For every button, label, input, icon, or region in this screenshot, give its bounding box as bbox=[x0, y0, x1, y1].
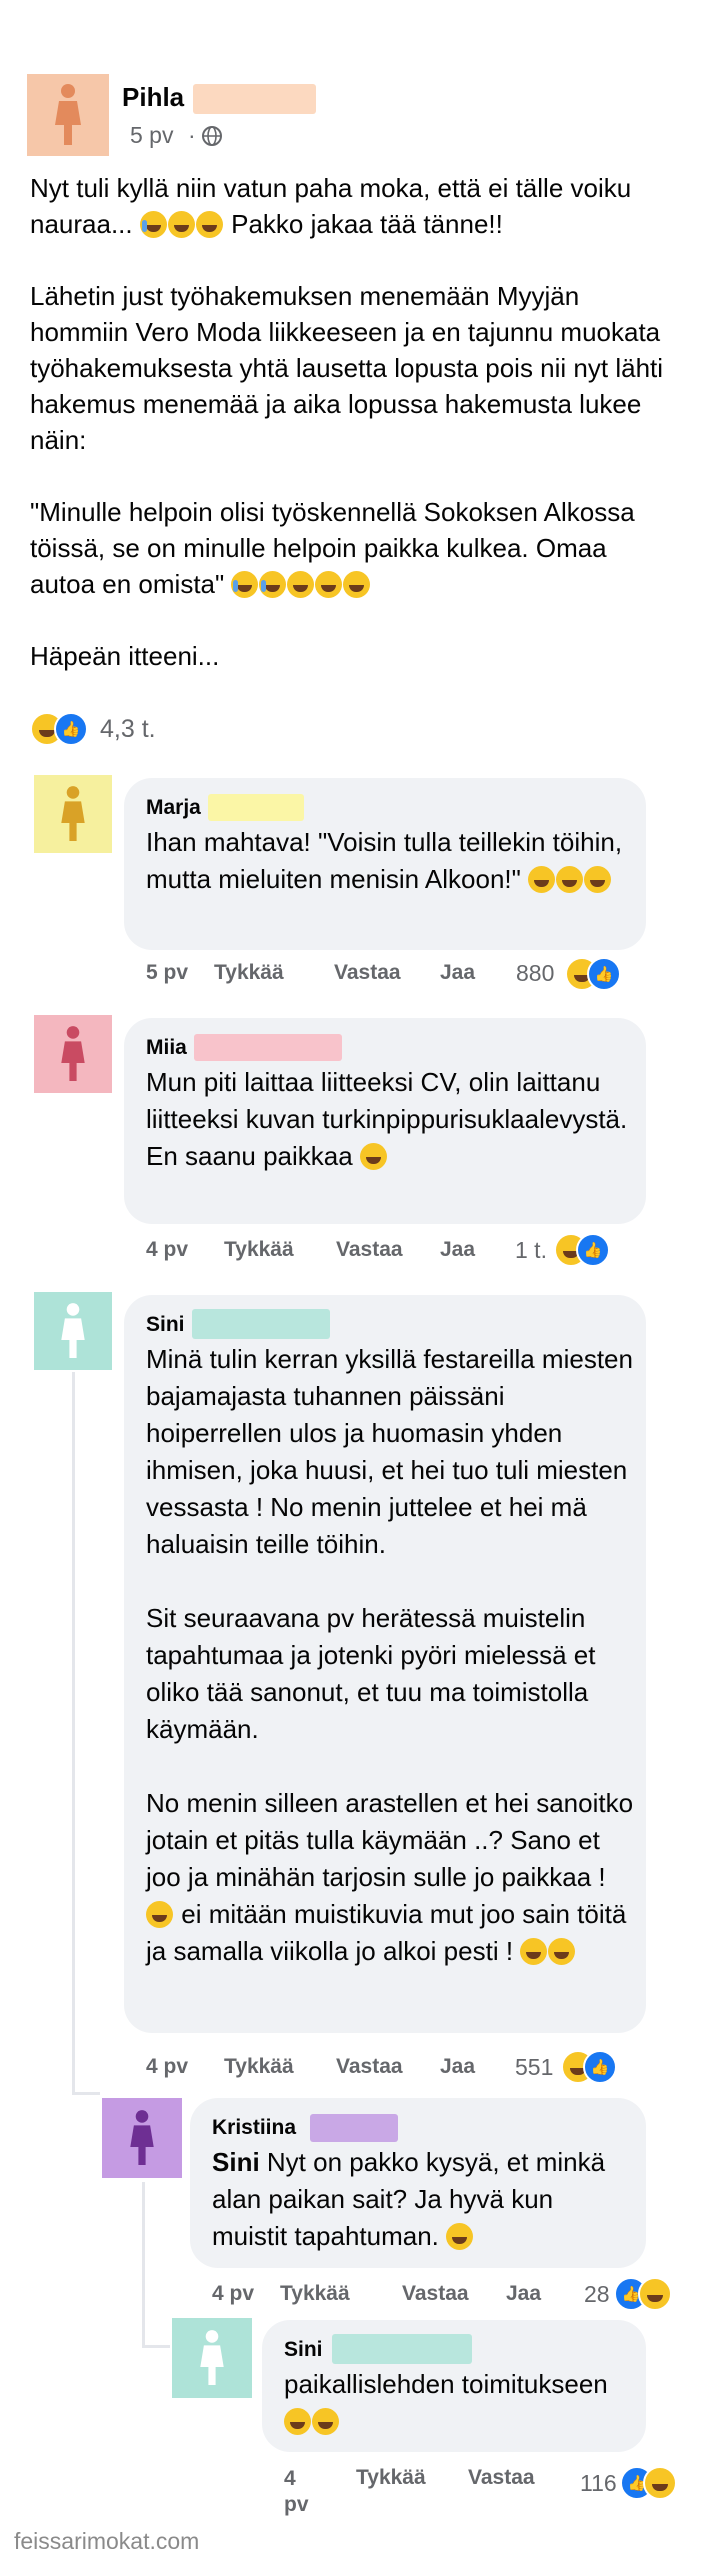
share-button[interactable]: Jaa bbox=[506, 2282, 541, 2306]
comment-time[interactable]: 4 pv bbox=[212, 2282, 254, 2306]
smile-emoji bbox=[446, 2223, 474, 2250]
like-reaction-icon[interactable]: 👍 bbox=[587, 957, 621, 991]
grin-emoji bbox=[343, 571, 371, 598]
post-paragraph-1: Nyt tuli kyllä niin vatun paha moka, ett… bbox=[30, 173, 632, 239]
comment-reaction-count[interactable]: 28 bbox=[584, 2281, 610, 2308]
like-reaction-icon[interactable]: 👍 bbox=[54, 712, 88, 746]
comment-reaction-count[interactable]: 880 bbox=[516, 960, 554, 987]
avatar-sini[interactable] bbox=[34, 1292, 112, 1370]
post-time[interactable]: 5 pv bbox=[130, 122, 173, 149]
thread-connector bbox=[72, 2092, 100, 2095]
comment-bubble-sini: Sini Minä tulin kerran yksillä festareil… bbox=[124, 1295, 646, 2033]
thread-line bbox=[72, 1372, 75, 2092]
comment-text: Sini Nyt on pakko kysyä, et minkä alan p… bbox=[212, 2147, 606, 2251]
like-reaction-icon[interactable]: 👍 bbox=[576, 1233, 610, 1267]
comment-reaction-count[interactable]: 1 t. bbox=[515, 1237, 547, 1264]
rofl-emoji bbox=[520, 1938, 548, 1965]
person-icon bbox=[61, 786, 85, 841]
comment-reaction-count[interactable]: 116 bbox=[580, 2470, 617, 2497]
comment-bubble-miia: Miia Mun piti laittaa liitteeksi CV, oli… bbox=[124, 1018, 646, 1224]
reply-button[interactable]: Vastaa bbox=[402, 2282, 469, 2306]
comment-text: paikallislehden toimitukseen bbox=[284, 2366, 624, 2440]
avatar-kristiina[interactable] bbox=[102, 2098, 182, 2178]
grin-emoji bbox=[284, 2408, 311, 2435]
post-paragraph-4: Häpeän itteeni... bbox=[30, 641, 220, 671]
like-button[interactable]: Tykkää bbox=[224, 1238, 294, 1262]
grin-emoji bbox=[315, 571, 343, 598]
comment-time[interactable]: 4 pv bbox=[284, 2466, 316, 2518]
separator-dot: · bbox=[188, 122, 196, 148]
grin-emoji bbox=[287, 571, 315, 598]
like-button[interactable]: Tykkää bbox=[214, 961, 284, 985]
like-button[interactable]: Tykkää bbox=[280, 2282, 350, 2306]
like-button[interactable]: Tykkää bbox=[356, 2466, 426, 2490]
person-icon bbox=[200, 2330, 224, 2385]
mention-link[interactable]: Sini bbox=[212, 2147, 260, 2177]
grin-emoji bbox=[556, 866, 584, 893]
like-reaction-icon[interactable]: 👍 bbox=[583, 2050, 617, 2084]
comment-author[interactable]: Marja bbox=[146, 796, 201, 820]
grin-emoji bbox=[167, 211, 195, 238]
comment-time[interactable]: 4 pv bbox=[146, 2055, 188, 2079]
thread-line bbox=[142, 2182, 145, 2347]
haha-reaction-icon[interactable] bbox=[643, 2466, 677, 2500]
smile-emoji bbox=[359, 1143, 387, 1170]
comment-author[interactable]: Kristiina bbox=[212, 2116, 296, 2140]
comment-time[interactable]: 4 pv bbox=[146, 1238, 188, 1262]
comment-author[interactable]: Sini bbox=[146, 1313, 185, 1337]
globe-icon bbox=[202, 126, 222, 146]
person-icon bbox=[55, 84, 81, 145]
post-paragraph-3: "Minulle helpoin olisi työskennellä Soko… bbox=[30, 497, 635, 599]
name-redaction bbox=[194, 1034, 342, 1061]
avatar-sini-reply[interactable] bbox=[172, 2318, 252, 2398]
share-button[interactable]: Jaa bbox=[440, 961, 475, 985]
comment-bubble-marja: Marja Ihan mahtava! "Voisin tulla teille… bbox=[124, 778, 646, 950]
person-icon bbox=[130, 2110, 154, 2165]
crying-emoji bbox=[259, 571, 287, 598]
comment-author[interactable]: Sini bbox=[284, 2338, 323, 2362]
grin-emoji bbox=[195, 211, 223, 238]
reply-button[interactable]: Vastaa bbox=[336, 2055, 403, 2079]
reply-button[interactable]: Vastaa bbox=[336, 1238, 403, 1262]
comment-text: Ihan mahtava! "Voisin tulla teillekin tö… bbox=[146, 827, 623, 894]
name-redaction bbox=[310, 2114, 398, 2142]
comment-time[interactable]: 5 pv bbox=[146, 961, 188, 985]
share-button[interactable]: Jaa bbox=[440, 1238, 475, 1262]
share-button[interactable]: Jaa bbox=[440, 2055, 475, 2079]
comment-bubble-kristiina: Kristiina Sini Nyt on pakko kysyä, et mi… bbox=[190, 2098, 646, 2268]
like-button[interactable]: Tykkää bbox=[224, 2055, 294, 2079]
post-author-name[interactable]: Pihla bbox=[122, 82, 184, 113]
avatar-miia[interactable] bbox=[34, 1015, 112, 1093]
grin-emoji bbox=[146, 1901, 173, 1928]
watermark: feissarimokat.com bbox=[14, 2528, 200, 2554]
haha-reaction-icon[interactable] bbox=[638, 2277, 672, 2311]
person-icon bbox=[61, 1303, 85, 1358]
post-body: Nyt tuli kyllä niin vatun paha moka, ett… bbox=[30, 170, 670, 674]
avatar-pihla[interactable] bbox=[27, 74, 109, 156]
comment-author[interactable]: Miia bbox=[146, 1036, 187, 1060]
name-redaction bbox=[332, 2334, 472, 2364]
smile-emoji bbox=[312, 2408, 339, 2435]
post-reaction-count[interactable]: 4,3 t. bbox=[100, 715, 156, 744]
comment-bubble-sini-reply: Sini paikallislehden toimitukseen bbox=[262, 2320, 646, 2452]
post-paragraph-2: Lähetin just työhakemuksen menemään Myyj… bbox=[30, 281, 664, 455]
rofl-emoji bbox=[584, 866, 612, 893]
rofl-emoji bbox=[528, 866, 556, 893]
name-redaction bbox=[208, 794, 304, 821]
rofl-emoji bbox=[548, 1938, 576, 1965]
crying-emoji bbox=[231, 571, 259, 598]
comment-reaction-count[interactable]: 551 bbox=[515, 2054, 553, 2081]
thread-connector bbox=[142, 2345, 170, 2348]
crying-laughing-emoji bbox=[139, 211, 167, 238]
comment-text: Minä tulin kerran yksillä festareilla mi… bbox=[146, 1344, 634, 1966]
comment-text: Mun piti laittaa liitteeksi CV, olin lai… bbox=[146, 1067, 628, 1171]
name-redaction bbox=[193, 84, 316, 114]
avatar-marja[interactable] bbox=[34, 775, 112, 853]
reply-button[interactable]: Vastaa bbox=[468, 2466, 535, 2490]
person-icon bbox=[61, 1026, 85, 1081]
name-redaction bbox=[192, 1309, 330, 1339]
reply-button[interactable]: Vastaa bbox=[334, 961, 401, 985]
